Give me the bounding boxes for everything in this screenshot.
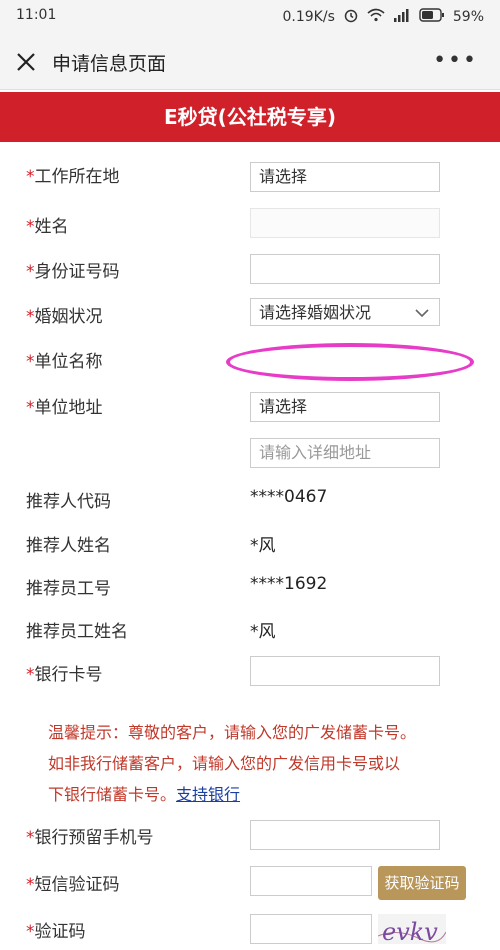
staff-id-label: 推荐员工号	[26, 579, 111, 599]
work-location-label: *工作所在地	[26, 167, 120, 187]
required-mark: *	[26, 167, 35, 187]
battery-icon	[419, 8, 445, 26]
id-number-input[interactable]	[250, 254, 440, 284]
referrer-name-value: *风	[250, 536, 276, 556]
required-mark: *	[26, 665, 35, 685]
required-mark: *	[26, 307, 35, 327]
signal-icon	[393, 8, 411, 26]
address-detail-input[interactable]: 请输入详细地址	[250, 438, 440, 468]
referrer-code-value: ****0467	[250, 487, 328, 507]
company-name-label: *单位名称	[26, 352, 103, 372]
bank-card-label: *银行卡号	[26, 665, 103, 685]
company-address-select[interactable]: 请选择	[250, 392, 440, 422]
required-mark: *	[26, 875, 35, 895]
company-address-label: *单位地址	[26, 398, 103, 418]
bank-card-input[interactable]	[250, 656, 440, 686]
status-right: 0.19K/s 59%	[282, 7, 484, 27]
staff-name-label: 推荐员工姓名	[26, 622, 128, 642]
chevron-down-icon	[415, 305, 429, 319]
tip-notice: 温馨提示：尊敬的客户，请输入您的广发储蓄卡号。 如非我行储蓄客户，请输入您的广发…	[48, 717, 468, 810]
sms-code-label: *短信验证码	[26, 875, 120, 895]
get-code-button[interactable]: 获取验证码	[378, 866, 466, 900]
alarm-icon	[343, 7, 359, 27]
close-icon[interactable]	[12, 48, 40, 76]
marital-status-value: 请选择婚姻状况	[259, 303, 372, 322]
sms-code-input[interactable]	[250, 866, 372, 896]
marital-status-select[interactable]: 请选择婚姻状况	[250, 298, 440, 326]
supported-banks-link[interactable]: 支持银行	[176, 785, 240, 804]
required-mark: *	[26, 922, 35, 942]
highlight-ellipse	[226, 343, 474, 381]
staff-id-value: ****1692	[250, 574, 328, 594]
marital-status-label: *婚姻状况	[26, 307, 103, 327]
tip-line-2: 如非我行储蓄客户，请输入您的广发信用卡号或以	[48, 754, 401, 773]
status-time: 11:01	[16, 7, 57, 23]
more-icon[interactable]: •••	[433, 48, 478, 73]
name-input[interactable]	[250, 208, 440, 238]
captcha-image[interactable]: evkv	[378, 914, 446, 944]
tip-line-1: 温馨提示：尊敬的客户，请输入您的广发储蓄卡号。	[48, 723, 417, 742]
phone-label: *银行预留手机号	[26, 828, 154, 848]
required-mark: *	[26, 352, 35, 372]
product-banner: E秒贷(公社税专享)	[0, 92, 500, 142]
required-mark: *	[26, 828, 35, 848]
tip-line-3: 下银行储蓄卡号。支持银行	[48, 785, 241, 804]
staff-name-value: *风	[250, 622, 276, 642]
page-title: 申请信息页面	[52, 53, 167, 75]
status-bar: 11:01 0.19K/s 59%	[0, 0, 500, 34]
referrer-code-label: 推荐人代码	[26, 492, 111, 512]
captcha-label: *验证码	[26, 922, 86, 942]
required-mark: *	[26, 398, 35, 418]
work-location-select[interactable]: 请选择	[250, 162, 440, 192]
id-number-label: *身份证号码	[26, 262, 120, 282]
phone-input[interactable]	[250, 820, 440, 850]
name-label: *姓名	[26, 217, 69, 237]
required-mark: *	[26, 217, 35, 237]
captcha-text: evkv	[382, 918, 438, 944]
nav-bar: 申请信息页面 •••	[0, 34, 500, 90]
required-mark: *	[26, 262, 35, 282]
battery-level: 59%	[452, 9, 484, 25]
captcha-input[interactable]	[250, 914, 372, 944]
network-speed: 0.19K/s	[282, 9, 335, 25]
referrer-name-label: 推荐人姓名	[26, 536, 111, 556]
wifi-icon	[367, 8, 385, 26]
